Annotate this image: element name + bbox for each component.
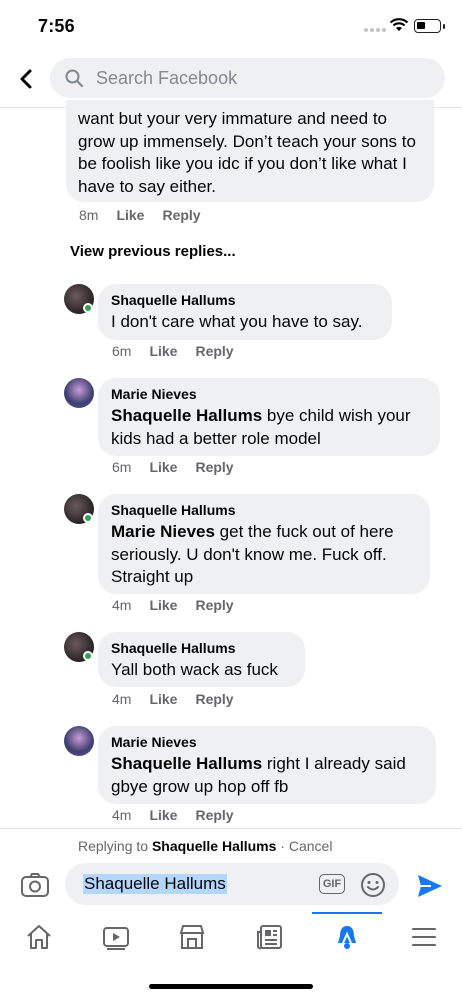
reply-button[interactable]: Reply	[195, 807, 233, 823]
menu-icon[interactable]	[409, 922, 439, 952]
comment-input-value: Shaquelle Hallums	[83, 874, 227, 894]
comment-bubble: Marie Nieves Shaquelle Hallums bye child…	[98, 378, 440, 456]
like-button[interactable]: Like	[116, 207, 144, 223]
wifi-icon	[389, 18, 409, 31]
previous-comment-bubble: want but your very immature and need to …	[66, 100, 434, 202]
comment-author[interactable]: Marie Nieves	[111, 734, 424, 750]
avatar[interactable]	[64, 378, 94, 408]
reply-button[interactable]: Reply	[195, 343, 233, 359]
bottom-tab-bar	[0, 912, 462, 966]
home-indicator	[149, 984, 313, 989]
back-arrow-icon[interactable]	[14, 66, 40, 92]
emoji-icon[interactable]	[360, 872, 386, 898]
battery-cap	[443, 24, 445, 29]
online-indicator	[83, 513, 93, 523]
news-icon[interactable]	[255, 922, 285, 952]
notifications-icon[interactable]	[332, 922, 362, 952]
comment-actions: 6m Like Reply	[112, 459, 234, 475]
comment-text: want but your very immature and need to …	[78, 109, 416, 196]
reply-button[interactable]: Reply	[195, 691, 233, 707]
like-button[interactable]: Like	[149, 807, 177, 823]
mention-tag[interactable]: Shaquelle Hallums	[111, 406, 262, 425]
comment-time: 6m	[112, 343, 132, 359]
comment-actions: 8m Like Reply	[79, 207, 201, 223]
gif-icon[interactable]: GIF	[319, 874, 345, 894]
like-button[interactable]: Like	[149, 343, 177, 359]
replying-name: Shaquelle Hallums	[151, 838, 277, 854]
like-button[interactable]: Like	[149, 597, 177, 613]
camera-icon[interactable]	[20, 872, 50, 898]
online-indicator	[83, 303, 93, 313]
send-icon[interactable]	[416, 873, 444, 899]
comment-actions: 6m Like Reply	[112, 343, 234, 359]
avatar[interactable]	[64, 726, 94, 756]
signal-icon	[364, 28, 386, 32]
comment-text: Yall both wack as fuck	[111, 660, 278, 679]
mention-tag[interactable]: Marie Nieves	[111, 522, 215, 541]
comment-bubble: Shaquelle Hallums Marie Nieves get the f…	[98, 494, 430, 594]
active-tab-indicator	[312, 912, 382, 914]
comment-bubble: Shaquelle Hallums Yall both wack as fuck	[98, 632, 305, 687]
comment-actions: 4m Like Reply	[112, 807, 234, 823]
comment-author[interactable]: Shaquelle Hallums	[111, 640, 293, 656]
reply-button[interactable]: Reply	[195, 597, 233, 613]
comment-author[interactable]: Shaquelle Hallums	[111, 292, 380, 308]
comment-time: 6m	[112, 459, 132, 475]
marketplace-icon[interactable]	[177, 922, 207, 952]
reply-button[interactable]: Reply	[162, 207, 200, 223]
comment-time: 8m	[79, 207, 99, 223]
comment-bubble: Shaquelle Hallums I don't care what you …	[98, 284, 392, 340]
online-indicator	[83, 651, 93, 661]
comment-actions: 4m Like Reply	[112, 597, 234, 613]
like-button[interactable]: Like	[149, 459, 177, 475]
like-button[interactable]: Like	[149, 691, 177, 707]
comment-time: 4m	[112, 807, 132, 823]
watch-icon[interactable]	[101, 922, 131, 952]
replying-to-label: Replying to Shaquelle Hallums · Cancel	[78, 838, 332, 854]
home-icon[interactable]	[24, 922, 54, 952]
comment-text: I don't care what you have to say.	[111, 312, 363, 331]
search-placeholder: Search Facebook	[96, 67, 238, 88]
reply-button[interactable]: Reply	[195, 459, 233, 475]
view-previous-replies-link[interactable]: View previous replies...	[70, 243, 236, 260]
status-bar: 7:56	[0, 0, 462, 52]
comment-time: 4m	[112, 691, 132, 707]
reply-composer: Replying to Shaquelle Hallums · Cancel S…	[0, 828, 462, 912]
status-time: 7:56	[38, 16, 75, 36]
comment-input[interactable]: Shaquelle Hallums	[65, 863, 399, 905]
comment-author[interactable]: Shaquelle Hallums	[111, 502, 418, 518]
search-bar[interactable]: Search Facebook	[50, 58, 445, 98]
comment-time: 4m	[112, 597, 132, 613]
cancel-reply-link[interactable]: · Cancel	[276, 838, 332, 854]
battery-icon	[414, 19, 441, 33]
replying-prefix: Replying to	[78, 838, 152, 854]
comment-actions: 4m Like Reply	[112, 691, 234, 707]
comment-author[interactable]: Marie Nieves	[111, 386, 428, 402]
comment-bubble: Marie Nieves Shaquelle Hallums right I a…	[98, 726, 436, 804]
mention-tag[interactable]: Shaquelle Hallums	[111, 754, 262, 773]
search-icon	[65, 69, 84, 88]
